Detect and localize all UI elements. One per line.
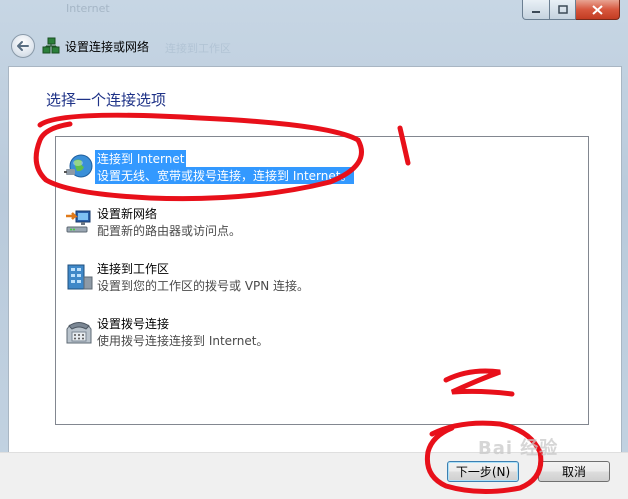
close-icon xyxy=(592,4,603,15)
close-button[interactable] xyxy=(576,0,620,20)
connection-options-list: 连接到 Internet 设置无线、宽带或拨号连接，连接到 Internet。 … xyxy=(55,136,589,425)
option-connect-workplace[interactable]: 连接到工作区 设置到您的工作区的拨号或 VPN 连接。 xyxy=(56,258,576,298)
watermark: Bai 经验 xyxy=(478,438,559,459)
option-setup-dialup[interactable]: 设置拨号连接 使用拨号连接连接到 Internet。 xyxy=(56,313,576,353)
network-setup-icon xyxy=(42,37,60,54)
option-connect-internet[interactable]: 连接到 Internet 设置无线、宽带或拨号连接，连接到 Internet。 xyxy=(56,148,576,188)
option-description: 设置无线、宽带或拨号连接，连接到 Internet。 xyxy=(95,167,355,184)
option-description: 配置新的路由器或访问点。 xyxy=(97,224,242,238)
maximize-button[interactable] xyxy=(550,0,576,20)
option-title: 设置新网络 xyxy=(97,207,158,221)
page-heading: 选择一个连接选项 xyxy=(46,91,167,109)
option-title: 连接到 Internet xyxy=(95,150,187,167)
option-description: 设置到您的工作区的拨号或 VPN 连接。 xyxy=(97,279,310,293)
option-description: 使用拨号连接连接到 Internet。 xyxy=(97,334,269,348)
back-button[interactable] xyxy=(11,34,35,58)
workplace-icon xyxy=(67,264,93,290)
maximize-icon xyxy=(557,5,568,14)
option-setup-new-network[interactable]: 设置新网络 配置新的路由器或访问点。 xyxy=(56,203,576,243)
option-title: 连接到工作区 xyxy=(97,262,170,276)
window-frame: Internet 设置连接或网络 连接到工作区 选择一个连接选项 连接到 Int… xyxy=(0,0,628,499)
background-window-title: Internet xyxy=(66,2,110,15)
back-arrow-icon xyxy=(17,41,29,51)
router-icon xyxy=(66,210,91,233)
minimize-icon xyxy=(532,10,540,13)
cancel-button[interactable]: 取消 xyxy=(538,461,610,482)
option-title: 设置拨号连接 xyxy=(97,317,170,331)
next-button[interactable]: 下一步(N) xyxy=(447,461,519,482)
background-window-subtitle: 连接到工作区 xyxy=(165,42,231,55)
caption-buttons xyxy=(522,0,620,20)
window-title: 设置连接或网络 xyxy=(65,40,150,54)
content-panel: 选择一个连接选项 连接到 Internet 设置无线、宽带或拨号连接，连接到 I… xyxy=(8,66,622,454)
phone-icon xyxy=(66,322,92,344)
minimize-button[interactable] xyxy=(522,0,550,20)
globe-icon xyxy=(64,154,93,178)
